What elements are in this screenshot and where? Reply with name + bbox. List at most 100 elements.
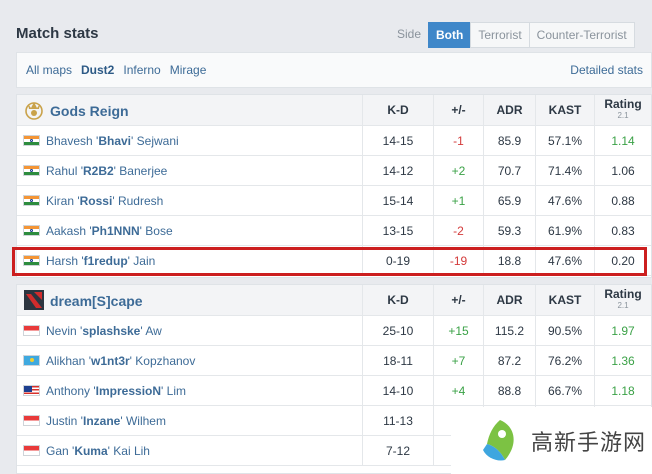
player-first-name: Nevin ' (46, 323, 83, 338)
leaf-logo-icon (483, 419, 514, 461)
kast-value: 61.9% (535, 216, 594, 245)
column-rating: Rating 2.1 (594, 95, 651, 125)
kd-value: 15-14 (362, 186, 433, 215)
player-nickname: w1nt3r (90, 353, 130, 368)
plus-minus-value: -2 (433, 216, 483, 245)
player-name-link[interactable]: Kiran ' Rossi ' Rudresh (23, 186, 163, 215)
watermark: 高新手游网 (451, 407, 652, 474)
player-first-name: Anthony ' (46, 383, 96, 398)
adr-value: 87.2 (483, 346, 535, 375)
player-first-name: Aakash ' (46, 223, 92, 238)
team-table-gods-reign: Gods Reign K-D +/- ADR KAST Rating 2.1 B… (16, 94, 652, 278)
player-last-name: ' Jain (127, 253, 156, 268)
kd-value: 7-12 (362, 436, 433, 465)
player-nickname: R2B2 (82, 163, 114, 178)
map-dust2[interactable]: Dust2 (81, 63, 114, 77)
player-name-link[interactable]: Alikhan ' w1nt3r ' Kopzhanov (23, 346, 195, 375)
player-row: Anthony ' ImpressioN ' Lim 14-10 +4 88.8 66.7%… (17, 376, 651, 406)
rating-value: 0.88 (594, 186, 651, 215)
column-plus-minus: +/- (433, 95, 483, 125)
india-flag-icon (23, 255, 40, 266)
player-last-name: ' Kopzhanov (129, 353, 196, 368)
tab-terrorist[interactable]: Terrorist (470, 22, 530, 48)
column-adr: ADR (483, 95, 535, 125)
player-nickname: Rossi (79, 193, 113, 208)
player-last-name: ' Bose (139, 223, 173, 238)
player-last-name: ' Aw (140, 323, 162, 338)
map-mirage[interactable]: Mirage (170, 63, 207, 77)
team-name[interactable]: dream[S]cape (50, 293, 143, 309)
map-inferno[interactable]: Inferno (123, 63, 160, 77)
kd-value: 13-15 (362, 216, 433, 245)
singapore-flag-icon (23, 325, 40, 336)
adr-value: 18.8 (483, 246, 535, 275)
player-first-name: Alikhan ' (46, 353, 91, 368)
column-plus-minus: +/- (433, 285, 483, 315)
kd-value: 14-12 (362, 156, 433, 185)
player-nickname: Ph1NNN (91, 223, 140, 238)
kast-value: 90.5% (535, 316, 594, 345)
tab-both[interactable]: Both (428, 22, 472, 48)
player-name-link[interactable]: Gan ' Kuma ' Kai Lih (23, 436, 150, 465)
plus-minus-value: +15 (433, 316, 483, 345)
player-first-name: Rahul ' (46, 163, 83, 178)
india-flag-icon (23, 165, 40, 176)
rating-version: 2.1 (617, 111, 629, 120)
kast-value: 47.6% (535, 186, 594, 215)
player-name-link[interactable]: Aakash ' Ph1NNN ' Bose (23, 216, 173, 245)
player-first-name: Kiran ' (46, 193, 80, 208)
kd-value: 18-11 (362, 346, 433, 375)
player-first-name: Justin ' (46, 413, 83, 428)
rating-value: 1.97 (594, 316, 651, 345)
india-flag-icon (23, 135, 40, 146)
player-first-name: Harsh ' (46, 253, 84, 268)
plus-minus-value: +1 (433, 186, 483, 215)
player-row: Kiran ' Rossi ' Rudresh 15-14 +1 65.9 47.6% 0.8… (17, 186, 651, 216)
column-kast: KAST (535, 285, 594, 315)
adr-value: 59.3 (483, 216, 535, 245)
india-flag-icon (23, 225, 40, 236)
kast-value: 76.2% (535, 346, 594, 375)
rating-value: 0.83 (594, 216, 651, 245)
player-last-name: ' Lim (161, 383, 186, 398)
column-kast: KAST (535, 95, 594, 125)
player-first-name: Bhavesh ' (46, 133, 99, 148)
player-last-name: ' Wilhem (120, 413, 166, 428)
player-row: Nevin ' splashske ' Aw 25-10 +15 115.2 90.5% 1.… (17, 316, 651, 346)
tab-counter-terrorist[interactable]: Counter-Terrorist (528, 22, 635, 48)
dreamscape-logo-icon (24, 290, 44, 310)
column-kd: K-D (362, 285, 433, 315)
plus-minus-value: -1 (433, 126, 483, 155)
team-name[interactable]: Gods Reign (50, 103, 129, 119)
map-list: All maps Dust2 Inferno Mirage (26, 63, 206, 77)
kast-value: 71.4% (535, 156, 594, 185)
match-stats-header: Match stats Side Both Terrorist Counter-… (0, 0, 652, 50)
rating-value: 1.14 (594, 126, 651, 155)
player-name-link[interactable]: Justin ' Inzane ' Wilhem (23, 406, 166, 435)
plus-minus-value: +7 (433, 346, 483, 375)
kast-value: 66.7% (535, 376, 594, 405)
player-name-link[interactable]: Rahul ' R2B2 ' Banerjee (23, 156, 167, 185)
kd-value: 14-15 (362, 126, 433, 155)
player-name-link[interactable]: Bhavesh ' Bhavi ' Sejwani (23, 126, 179, 155)
player-row: Bhavesh ' Bhavi ' Sejwani 14-15 -1 85.9 57.1% 1… (17, 126, 651, 156)
player-nickname: splashske (82, 323, 141, 338)
adr-value: 70.7 (483, 156, 535, 185)
detailed-stats-link[interactable]: Detailed stats (570, 63, 643, 77)
player-row: Rahul ' R2B2 ' Banerjee 14-12 +2 70.7 71.4% 1.0… (17, 156, 651, 186)
india-flag-icon (23, 195, 40, 206)
column-rating: Rating 2.1 (594, 285, 651, 315)
singapore-flag-icon (23, 415, 40, 426)
player-name-link[interactable]: Nevin ' splashske ' Aw (23, 316, 162, 345)
player-last-name: ' Banerjee (113, 163, 168, 178)
player-name-link[interactable]: Anthony ' ImpressioN ' Lim (23, 376, 186, 405)
player-name-link[interactable]: Harsh ' f1redup ' Jain (23, 246, 155, 275)
rating-value: 0.20 (594, 246, 651, 275)
adr-value: 115.2 (483, 316, 535, 345)
adr-value: 65.9 (483, 186, 535, 215)
watermark-text: 高新手游网 (531, 429, 647, 455)
map-all-maps[interactable]: All maps (26, 63, 72, 77)
map-filter-bar: All maps Dust2 Inferno Mirage Detailed s… (16, 52, 652, 88)
page-title: Match stats (16, 25, 99, 42)
kd-value: 11-13 (362, 406, 433, 435)
